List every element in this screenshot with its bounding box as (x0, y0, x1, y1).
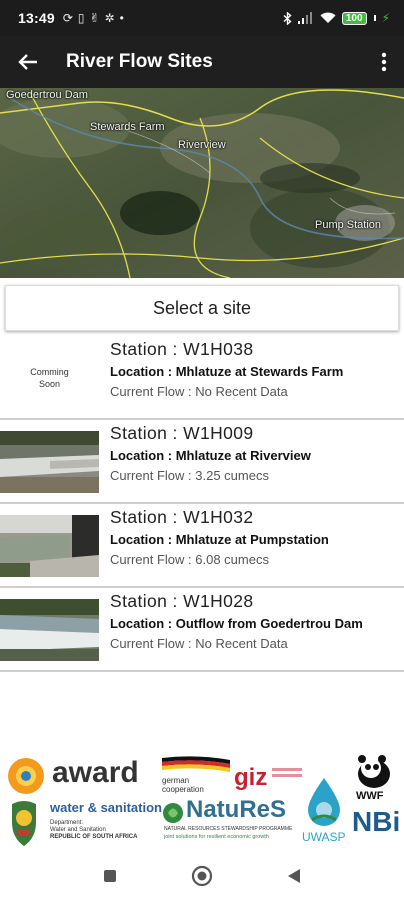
station-location: Location : Mhlatuze at Pumpstation (110, 532, 329, 547)
station-location: Location : Mhlatuze at Riverview (110, 448, 311, 463)
sync-icon: ⟳ (62, 11, 78, 25)
wifi-icon (320, 12, 336, 23)
overflow-menu-button[interactable] (364, 36, 404, 88)
german-cooperation-logo: german cooperation (160, 756, 232, 798)
giz-small-print (272, 768, 302, 771)
satellite-map[interactable]: Goedertrou Dam Stewards Farm Riverview P… (0, 88, 404, 278)
award-logo: award (4, 754, 154, 796)
battery-indicator: 100 (341, 11, 367, 25)
nbi-logo: NBi (352, 806, 402, 850)
dot-icon: • (119, 11, 129, 25)
station-current-flow: Current Flow : No Recent Data (110, 636, 288, 651)
status-bar: 13:49 ⟳▯✌✲• 100 ⚡ (0, 0, 404, 36)
battery-cap (373, 15, 376, 21)
station-name: Station : W1H038 (110, 339, 254, 359)
system-nav-bar (0, 852, 404, 900)
map-terrain (0, 88, 404, 278)
bluetooth-icon (283, 11, 292, 25)
giz-text: giz (234, 764, 268, 791)
coming-soon-thumbnail: Comming Soon (30, 367, 69, 389)
location-value: Mhlatuze at Pumpstation (172, 532, 329, 547)
natures-logo: NatuReS NATURAL RESOURCES STEWARDSHIP PR… (160, 796, 300, 852)
coat-of-arms-icon (12, 801, 36, 846)
dept-line1: Department: (50, 820, 84, 826)
location-value: Outflow from Goedertrou Dam (172, 616, 363, 631)
location-value: Mhlatuze at Stewards Farm (172, 364, 344, 379)
station-current-flow: Current Flow : 6.08 cumecs (110, 552, 269, 567)
uwasp-logo: UWASP (300, 776, 350, 850)
station-row[interactable]: Comming Soon Station : W1H038 Location :… (0, 336, 404, 420)
system-icons: 100 ⚡ (283, 11, 390, 25)
giz-logo: giz (234, 760, 304, 796)
station-current-flow: Current Flow : 3.25 cumecs (110, 468, 269, 483)
system-back-button[interactable] (279, 861, 309, 891)
location-label: Location : (110, 616, 173, 631)
natures-leaf-icon (163, 803, 183, 823)
german-text: german (162, 776, 190, 785)
station-location: Location : Mhlatuze at Stewards Farm (110, 364, 343, 379)
panda-icon (358, 755, 390, 788)
bug-icon: ✲ (104, 11, 120, 25)
wwf-text: WWF (356, 790, 384, 802)
map-label-stewards-farm: Stewards Farm (90, 121, 165, 133)
status-time: 13:49 (18, 10, 55, 26)
location-value: Mhlatuze at Riverview (172, 448, 311, 463)
charging-icon: ⚡ (381, 11, 390, 25)
recents-button[interactable] (95, 861, 125, 891)
triangle-back-icon (288, 869, 300, 883)
station-list: Comming Soon Station : W1H038 Location :… (0, 336, 404, 672)
natures-text: NatuReS (186, 796, 287, 823)
station-name: Station : W1H009 (110, 423, 254, 443)
german-flag-icon (162, 756, 230, 772)
station-current-flow: Current Flow : No Recent Data (110, 384, 288, 399)
partner-logos: award water & sanitation Department: Wat… (0, 752, 404, 852)
sim-icon: ▯ (77, 11, 90, 25)
sun-icon (8, 758, 44, 794)
station-name: Station : W1H028 (110, 591, 254, 611)
home-button[interactable] (187, 861, 217, 891)
station-row[interactable]: Station : W1H009 Location : Mhlatuze at … (0, 420, 404, 504)
station-photo (0, 515, 99, 577)
dept-line2: Water and Sanitation (50, 827, 106, 833)
circle-home-icon (191, 865, 213, 887)
water-drop-icon (308, 778, 340, 826)
station-row[interactable]: Station : W1H028 Location : Outflow from… (0, 588, 404, 672)
signal-icon (297, 12, 312, 24)
dept-line3: REPUBLIC OF SOUTH AFRICA (50, 834, 138, 840)
more-vert-icon (381, 52, 387, 72)
natures-subtitle-2: joint solutions for resilient economic g… (164, 834, 269, 840)
app-bar: River Flow Sites (0, 36, 404, 88)
cooperation-text: cooperation (162, 785, 204, 794)
natures-subtitle: NATURAL RESOURCES STEWARDSHIP PROGRAMME (164, 826, 293, 832)
map-label-goedertrou: Goedertrou Dam (6, 89, 88, 101)
map-label-pump-station: Pump Station (315, 219, 382, 231)
station-name: Station : W1H032 (110, 507, 254, 527)
square-icon (104, 870, 116, 882)
map-label-riverview: Riverview (178, 139, 226, 151)
location-label: Location : (110, 448, 173, 463)
uwasp-text: UWASP (302, 830, 346, 844)
award-text: award (52, 756, 139, 789)
page-title: River Flow Sites (66, 51, 213, 72)
station-photo (0, 431, 99, 493)
gesture-icon: ✌ (89, 11, 105, 25)
battery-level: 100 (345, 12, 363, 24)
location-label: Location : (110, 364, 173, 379)
select-site-button[interactable]: Select a site (5, 285, 399, 331)
arrow-left-icon (18, 54, 37, 70)
water-sanitation-text: water & sanitation (50, 800, 162, 815)
notification-icons: ⟳▯✌✲• (63, 11, 129, 25)
giz-small-print-2 (272, 774, 302, 777)
location-label: Location : (110, 532, 173, 547)
wwf-logo: WWF (350, 754, 400, 804)
back-button[interactable] (0, 36, 56, 88)
station-photo (0, 599, 99, 661)
station-row[interactable]: Station : W1H032 Location : Mhlatuze at … (0, 504, 404, 588)
water-sanitation-logo: water & sanitation Department: Water and… (4, 798, 162, 852)
nbi-text: NBi (352, 806, 401, 837)
station-location: Location : Outflow from Goedertrou Dam (110, 616, 363, 631)
